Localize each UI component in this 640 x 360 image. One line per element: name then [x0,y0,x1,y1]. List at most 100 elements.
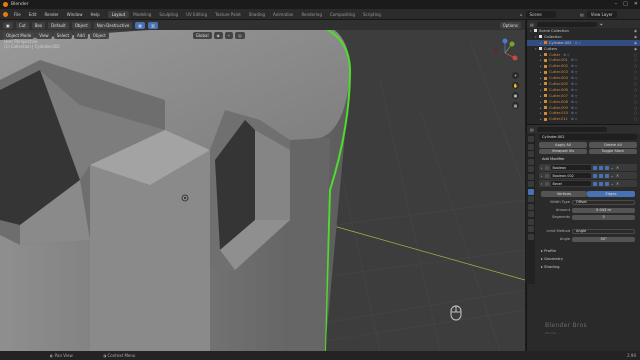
menu-edit[interactable]: Edit [25,12,41,17]
tab-sculpting[interactable]: Sculpting [155,11,182,18]
data-tab-icon[interactable] [527,218,534,225]
expand-chevron-icon[interactable]: ▸ [541,174,543,178]
viewport-vis-button[interactable]: Viewport Vis [539,148,587,154]
visibility-eye-icon[interactable]: ◌ [634,64,637,68]
tab-animation[interactable]: Animation [269,11,297,18]
modifier-name[interactable]: Boolean.002 [550,173,591,178]
shading-section[interactable]: ▸ Shading [541,264,560,269]
view-layer-tab-icon[interactable] [527,158,534,165]
menu-file[interactable]: File [10,12,25,17]
visibility-eye-icon[interactable]: ◌ [634,106,637,110]
visibility-eye-icon[interactable]: ◌ [634,82,637,86]
display-mode-icon[interactable]: ▤ [530,22,534,27]
visibility-eye-icon[interactable]: ◌ [634,70,637,74]
render-tab-icon[interactable] [527,143,534,150]
visibility-eye-icon[interactable]: ◉ [634,41,637,45]
select-menu[interactable]: Select [53,31,73,39]
tab-scripting[interactable]: Scripting [359,11,385,18]
remove-modifier-icon[interactable]: ✕ [616,173,619,178]
edit-mode-toggle-icon[interactable] [592,181,597,186]
remove-modifier-icon[interactable]: ✕ [616,165,619,170]
visibility-eye-icon[interactable]: ◌ [634,88,637,92]
edit-mode-toggle-icon[interactable] [592,173,597,178]
object-tab-icon[interactable] [527,181,534,187]
output-tab-icon[interactable] [527,151,534,157]
navigation-gizmo[interactable] [490,38,520,68]
width-type-dropdown[interactable]: Offset [572,199,635,205]
pivot-selector[interactable]: Default [48,21,69,29]
maximize-icon[interactable]: □ [623,1,628,7]
delete-all-button[interactable]: Delete All [589,142,637,148]
close-icon[interactable]: ✕ [634,1,638,7]
amount-field[interactable]: 0.043 m [572,207,635,213]
box-mode[interactable]: Box [31,21,46,29]
render-toggle-icon[interactable] [604,173,609,178]
modifier-menu-icon[interactable]: ⌄ [611,165,614,170]
difference-mode-icon[interactable]: ▥ [148,21,158,29]
visibility-eye-icon[interactable]: ◌ [634,58,637,62]
add-menu[interactable]: Add [74,31,88,39]
tab-shading[interactable]: Shading [245,11,269,18]
visibility-eye-icon[interactable]: ◌ [634,117,637,121]
pivot-point-icon[interactable]: ◈ [213,31,223,39]
viewport-toggle-icon[interactable] [598,181,603,186]
remove-modifier-icon[interactable]: ✕ [616,181,619,186]
modifier-boolean[interactable]: ▸ Boolean ⌄ ✕ [539,164,637,171]
collapse-chevron-icon[interactable]: ▾ [541,182,543,186]
filter-icon[interactable]: ⏷ [600,22,603,27]
visibility-eye-icon[interactable]: ◉ [634,29,637,33]
tab-rendering[interactable]: Rendering [297,11,325,18]
non-destructive-dropdown[interactable]: Non-Destructive [93,21,133,29]
viewport-toggle-icon[interactable] [598,165,603,170]
cut-mode-icon[interactable]: ▦ [135,21,146,29]
tab-layout[interactable]: Layout [107,10,130,18]
tab-uv-editing[interactable]: UV Editing [182,11,211,18]
view-layer-selector[interactable]: ▤ View Layer [580,11,617,18]
options-dropdown[interactable]: Options [499,21,521,29]
modifier-bevel[interactable]: ▾ Bevel ⌄ ✕ [539,180,637,187]
add-modifier-dropdown[interactable]: Add Modifier [539,156,579,162]
object-dropdown[interactable]: Object [71,21,91,29]
render-toggle-icon[interactable] [604,165,609,170]
expand-chevron-icon[interactable]: ▸ [541,166,543,170]
modifier-menu-icon[interactable]: ⌄ [611,173,614,178]
scene-selector[interactable]: ⌂ Scene [520,11,556,18]
modifier-name[interactable]: Bevel [550,181,591,186]
minimize-icon[interactable]: – [615,1,618,7]
tab-modeling[interactable]: Modeling [129,11,155,18]
world-tab-icon[interactable] [527,173,534,180]
transform-orientation-dropdown[interactable]: Global [192,31,212,39]
visibility-eye-icon[interactable]: ◌ [634,76,637,80]
segments-field[interactable]: 3 [572,214,635,220]
object-menu[interactable]: Object [89,31,109,39]
edit-mode-toggle-icon[interactable] [592,165,597,170]
edges-tab[interactable]: Edges [587,191,635,197]
particles-tab-icon[interactable] [527,196,534,202]
tool-icon[interactable]: ▣ [3,21,13,29]
blender-menu-icon[interactable] [3,11,8,17]
apply-all-button[interactable]: Apply All [539,142,587,148]
menu-help[interactable]: Help [86,12,103,17]
tab-compositing[interactable]: Compositing [326,11,359,18]
modifier-name[interactable]: Boolean [550,165,591,170]
tool-name[interactable]: Cut [15,21,29,29]
vertices-tab[interactable]: Vertices [541,191,587,197]
outliner-search-input[interactable] [536,21,597,27]
pan-hand-icon[interactable]: ✋ [512,82,519,89]
limit-method-dropdown[interactable]: Angle [572,228,635,234]
zoom-icon[interactable]: + [512,72,519,79]
profile-section[interactable]: ▸ Profile [541,248,556,253]
visibility-eye-icon[interactable]: ◌ [634,53,637,57]
material-tab-icon[interactable] [527,226,534,232]
properties-editor-icon[interactable]: ▤ [530,127,534,132]
visibility-eye-icon[interactable]: ◉ [634,35,637,39]
tab-texture-paint[interactable]: Texture Paint [211,11,245,18]
modifier-boolean-002[interactable]: ▸ Boolean.002 ⌄ ✕ [539,172,637,179]
view-layer-field[interactable]: View Layer [586,11,617,18]
toggle-stack-button[interactable]: Toggle Stack [589,148,637,154]
menu-render[interactable]: Render [40,12,62,17]
physics-tab-icon[interactable] [527,203,534,210]
object-mode-dropdown[interactable]: Object Mode [3,31,35,39]
constraints-tab-icon[interactable] [527,211,534,217]
angle-field[interactable]: 30° [572,236,635,242]
